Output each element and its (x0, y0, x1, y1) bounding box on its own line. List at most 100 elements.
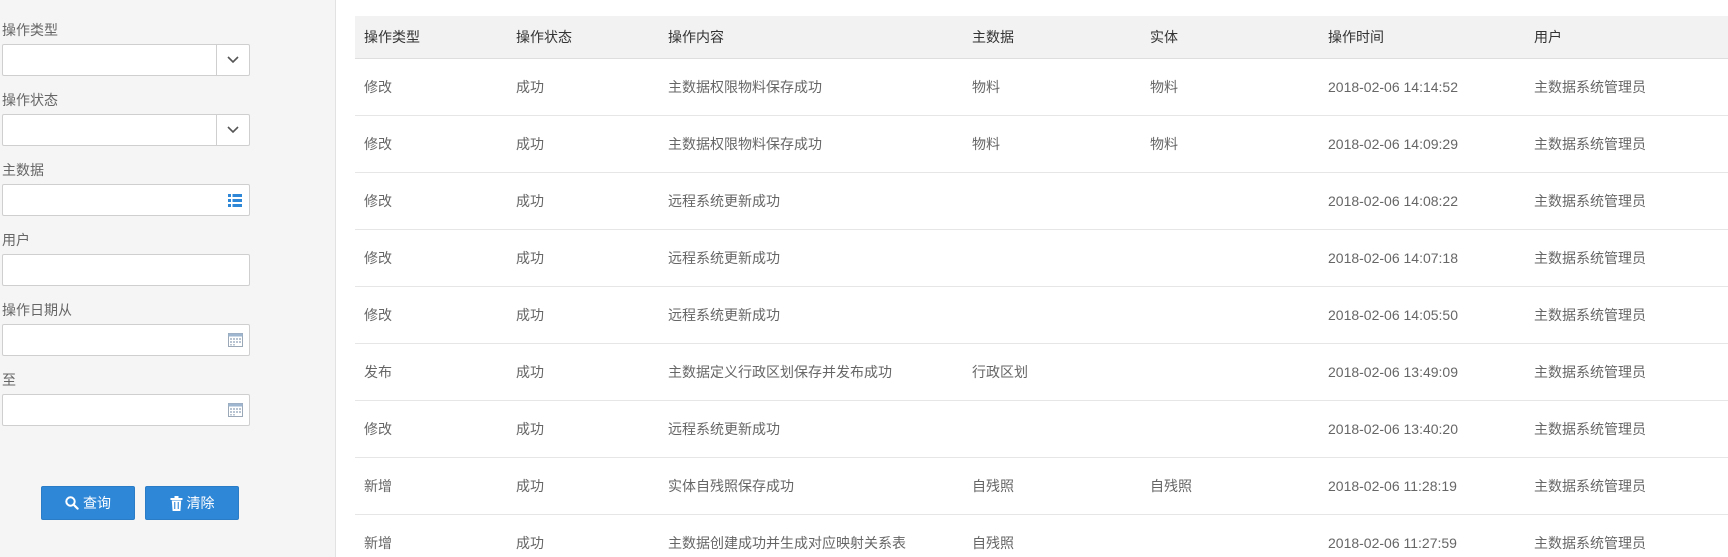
col-master-data-cell: 自残照 (963, 514, 1141, 557)
op-status-input[interactable] (3, 115, 215, 143)
op-status-select[interactable] (2, 114, 250, 146)
col-op-content-header[interactable]: 操作内容 (659, 16, 963, 59)
master-data-field[interactable] (2, 184, 250, 216)
col-op-content-cell: 主数据权限物料保存成功 (659, 58, 963, 116)
table-row[interactable]: 发布 成功 主数据定义行政区划保存并发布成功 行政区划 2018-02-06 13:49… (355, 343, 1728, 401)
col-op-time-cell: 2018-02-06 11:28:19 (1319, 457, 1525, 515)
search-icon (65, 496, 79, 510)
col-op-type-header[interactable]: 操作类型 (355, 16, 507, 59)
col-op-content-cell: 主数据创建成功并生成对应映射关系表 (659, 514, 963, 557)
col-op-type-cell: 新增 (355, 514, 507, 557)
col-entity-header[interactable]: 实体 (1141, 16, 1319, 59)
col-op-status-header[interactable]: 操作状态 (507, 16, 659, 59)
col-entity-cell: 自残照 (1141, 457, 1319, 515)
op-type-label: 操作类型 (2, 23, 58, 39)
clear-button[interactable]: 清除 (145, 486, 239, 520)
col-op-content-cell: 远程系统更新成功 (659, 229, 963, 287)
query-button[interactable]: 查询 (41, 486, 135, 520)
table-header-row: 操作类型 操作状态 操作内容 主数据 实体 操作时间 用户 (355, 16, 1728, 59)
col-op-type-cell: 修改 (355, 400, 507, 458)
date-from-input[interactable] (3, 325, 215, 353)
col-op-time-cell: 2018-02-06 13:49:09 (1319, 343, 1525, 401)
chevron-down-icon (227, 56, 239, 64)
col-master-data-cell (963, 172, 1141, 230)
col-op-content-cell: 远程系统更新成功 (659, 172, 963, 230)
col-master-data-cell: 自残照 (963, 457, 1141, 515)
col-op-status-cell: 成功 (507, 343, 659, 401)
date-to-input[interactable] (3, 395, 215, 423)
date-from-field[interactable] (2, 324, 250, 356)
col-op-content-cell: 主数据定义行政区划保存并发布成功 (659, 343, 963, 401)
col-op-type-cell: 修改 (355, 172, 507, 230)
col-op-status-cell: 成功 (507, 400, 659, 458)
col-op-status-cell: 成功 (507, 286, 659, 344)
col-entity-cell (1141, 514, 1319, 557)
col-master-data-header[interactable]: 主数据 (963, 16, 1141, 59)
col-op-content-cell: 实体自残照保存成功 (659, 457, 963, 515)
log-table-container: 操作类型 操作状态 操作内容 主数据 实体 操作时间 用户 修改 成功 主数据权限物料保存成功物… (355, 16, 1728, 557)
col-op-type-cell: 修改 (355, 58, 507, 116)
col-op-time-cell: 2018-02-06 14:09:29 (1319, 115, 1525, 173)
date-to-field[interactable] (2, 394, 250, 426)
table-row[interactable]: 新增 成功 主数据创建成功并生成对应映射关系表 自残照 2018-02-06 11:27… (355, 514, 1728, 557)
table-row[interactable]: 修改 成功 主数据权限物料保存成功 物料 物料 2018-02-06 14:09:29 主数… (355, 115, 1728, 173)
col-master-data-cell (963, 286, 1141, 344)
col-user-cell: 主数据系统管理员 (1525, 229, 1728, 287)
col-op-time-cell: 2018-02-06 14:14:52 (1319, 58, 1525, 116)
col-entity-cell: 物料 (1141, 58, 1319, 116)
table-row[interactable]: 新增 成功 实体自残照保存成功 自残照 自残照 2018-02-06 11:28:19 主数… (355, 457, 1728, 515)
col-master-data-cell (963, 400, 1141, 458)
col-op-time-cell: 2018-02-06 14:05:50 (1319, 286, 1525, 344)
col-entity-cell (1141, 286, 1319, 344)
master-data-label: 主数据 (2, 163, 44, 179)
trash-icon (170, 495, 182, 511)
table-row[interactable]: 修改 成功 远程系统更新成功 2018-02-06 13:40:20 主数据系统管理员 (355, 400, 1728, 458)
col-master-data-cell: 物料 (963, 58, 1141, 116)
query-button-label: 查询 (83, 496, 111, 512)
col-master-data-cell (963, 229, 1141, 287)
op-type-dropdown-toggle[interactable] (216, 45, 249, 75)
app-root: 操作类型 操作状态 主数据 用户 操作日期从 至 查询 清除 操作类型 操作状态… (0, 0, 1728, 557)
col-op-type-cell: 修改 (355, 115, 507, 173)
col-user-header[interactable]: 用户 (1525, 16, 1728, 59)
col-op-time-cell: 2018-02-06 13:40:20 (1319, 400, 1525, 458)
user-field[interactable] (2, 254, 250, 286)
col-op-status-cell: 成功 (507, 115, 659, 173)
op-type-input[interactable] (3, 45, 215, 73)
date-to-label: 至 (2, 373, 16, 389)
col-master-data-cell: 物料 (963, 115, 1141, 173)
col-user-cell: 主数据系统管理员 (1525, 172, 1728, 230)
chevron-down-icon (227, 126, 239, 134)
table-row[interactable]: 修改 成功 远程系统更新成功 2018-02-06 14:08:22 主数据系统管理员 (355, 172, 1728, 230)
table-row[interactable]: 修改 成功 主数据权限物料保存成功 物料 物料 2018-02-06 14:14:52 主数… (355, 58, 1728, 116)
clear-button-label: 清除 (186, 496, 215, 512)
col-op-content-cell: 主数据权限物料保存成功 (659, 115, 963, 173)
op-status-dropdown-toggle[interactable] (216, 115, 249, 145)
col-op-status-cell: 成功 (507, 172, 659, 230)
calendar-icon[interactable] (227, 332, 243, 348)
col-op-content-cell: 远程系统更新成功 (659, 400, 963, 458)
op-type-select[interactable] (2, 44, 250, 76)
table-row[interactable]: 修改 成功 远程系统更新成功 2018-02-06 14:07:18 主数据系统管理员 (355, 229, 1728, 287)
user-label: 用户 (2, 233, 30, 249)
list-icon[interactable] (227, 192, 243, 208)
col-op-type-cell: 新增 (355, 457, 507, 515)
user-input[interactable] (3, 255, 215, 283)
col-op-time-header[interactable]: 操作时间 (1319, 16, 1525, 59)
col-op-status-cell: 成功 (507, 457, 659, 515)
col-entity-cell (1141, 172, 1319, 230)
op-status-label: 操作状态 (2, 93, 58, 109)
col-op-type-cell: 修改 (355, 286, 507, 344)
col-entity-cell (1141, 343, 1319, 401)
col-op-time-cell: 2018-02-06 14:07:18 (1319, 229, 1525, 287)
master-data-input[interactable] (3, 185, 215, 213)
col-op-time-cell: 2018-02-06 14:08:22 (1319, 172, 1525, 230)
col-op-time-cell: 2018-02-06 11:27:59 (1319, 514, 1525, 557)
col-user-cell: 主数据系统管理员 (1525, 286, 1728, 344)
col-master-data-cell: 行政区划 (963, 343, 1141, 401)
col-op-type-cell: 修改 (355, 229, 507, 287)
col-entity-cell: 物料 (1141, 115, 1319, 173)
table-row[interactable]: 修改 成功 远程系统更新成功 2018-02-06 14:05:50 主数据系统管理员 (355, 286, 1728, 344)
calendar-icon[interactable] (227, 402, 243, 418)
col-entity-cell (1141, 400, 1319, 458)
